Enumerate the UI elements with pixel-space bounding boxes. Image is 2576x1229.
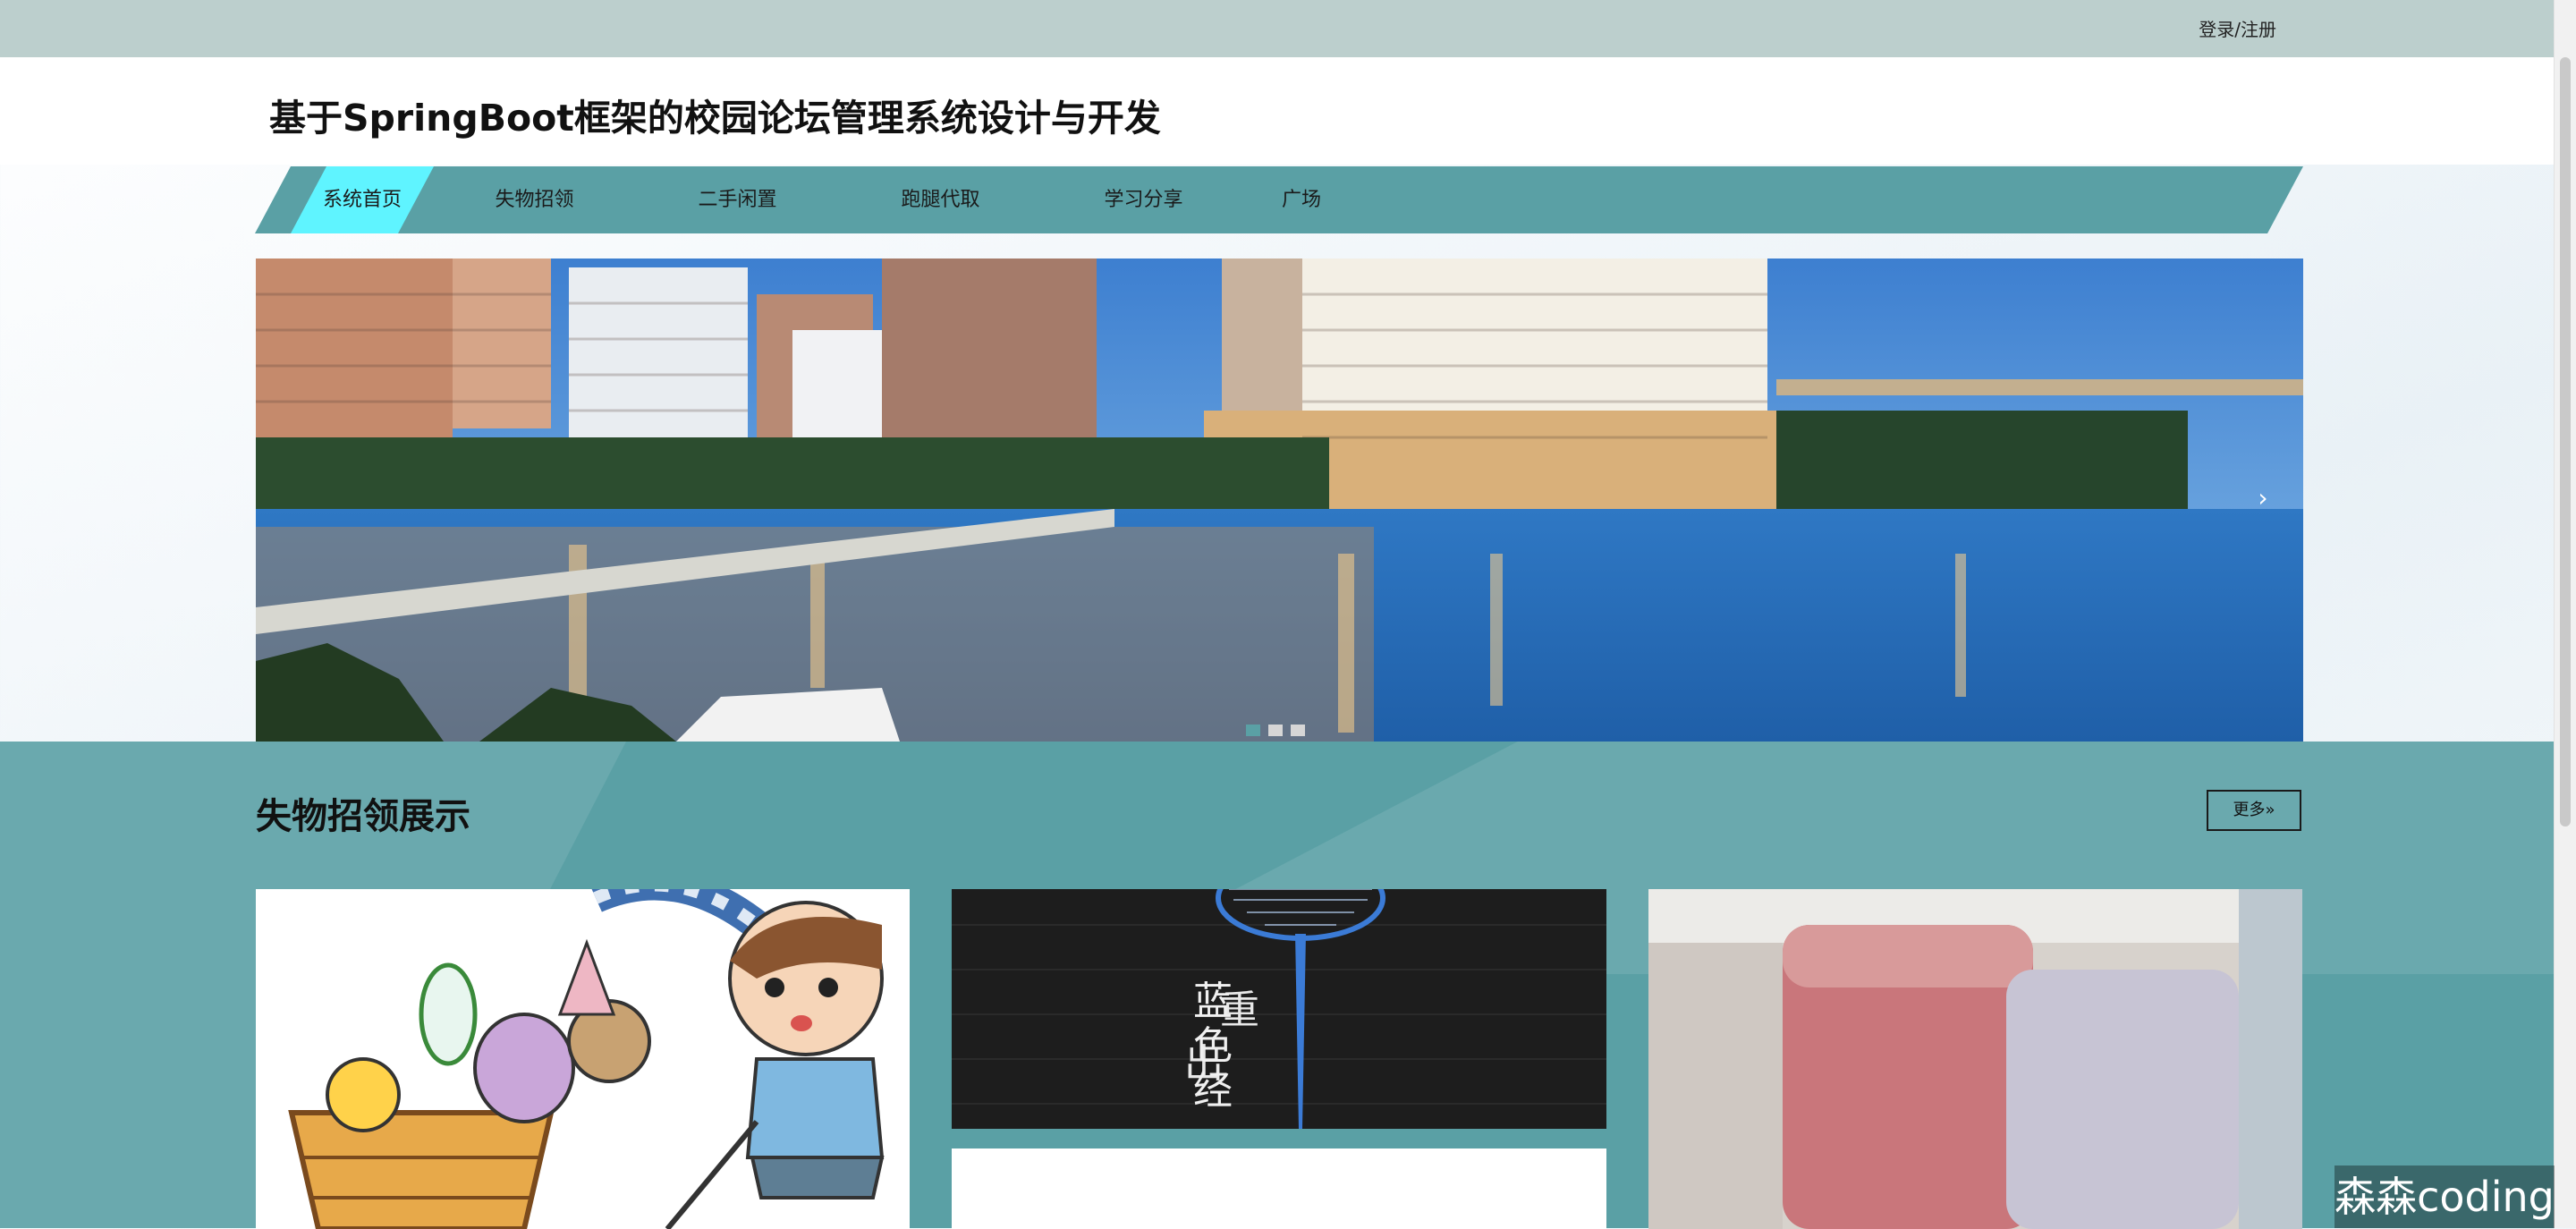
top-bar: 登录/注册 xyxy=(0,0,2576,57)
section-title: 失物招领展示 xyxy=(256,796,470,837)
banner-carousel[interactable] xyxy=(256,259,2303,742)
main-nav: 系统首页 失物招领 二手闲置 跑腿代取 学习分享 广场 xyxy=(255,166,2303,233)
more-button[interactable]: 更多» xyxy=(2207,790,2301,831)
nav-item-second-hand[interactable]: 二手闲置 xyxy=(664,166,811,233)
site-title: 基于SpringBoot框架的校园论坛管理系统设计与开发 xyxy=(269,97,1161,140)
scrollbar-thumb[interactable] xyxy=(2560,57,2571,826)
lost-item-card[interactable] xyxy=(1648,889,2302,1229)
card-image-badminton-racket: 重 出 蓝 色 经 xyxy=(952,889,1606,1229)
carousel-dot-1[interactable] xyxy=(1246,725,1260,736)
carousel-dot-3[interactable] xyxy=(1291,725,1305,736)
watermark: 森森coding xyxy=(2334,1165,2555,1228)
svg-text:蓝: 蓝 xyxy=(1193,979,1233,1024)
carousel-dots xyxy=(1246,723,1313,736)
nav-item-study-share[interactable]: 学习分享 xyxy=(1070,166,1217,233)
svg-text:色: 色 xyxy=(1193,1023,1233,1069)
lost-item-card[interactable]: 重 出 蓝 色 经 xyxy=(952,889,1606,1229)
lost-item-card[interactable] xyxy=(256,889,910,1229)
nav-item-lost-found[interactable]: 失物招领 xyxy=(461,166,608,233)
banner-image-city-waterfront xyxy=(256,259,2303,742)
carousel-next-button[interactable]: › xyxy=(2247,479,2279,518)
page-scrollbar[interactable] xyxy=(2554,0,2576,1228)
card-image-cartoon-boy xyxy=(256,889,910,1229)
nav-item-plaza[interactable]: 广场 xyxy=(1239,166,1364,233)
chevron-right-icon: › xyxy=(2258,483,2268,513)
nav-item-errands[interactable]: 跑腿代取 xyxy=(867,166,1014,233)
svg-text:经: 经 xyxy=(1193,1068,1233,1114)
card-image-pink-tubes xyxy=(1648,889,2302,1229)
login-register-link[interactable]: 登录/注册 xyxy=(2199,15,2276,41)
carousel-dot-2[interactable] xyxy=(1268,725,1283,736)
